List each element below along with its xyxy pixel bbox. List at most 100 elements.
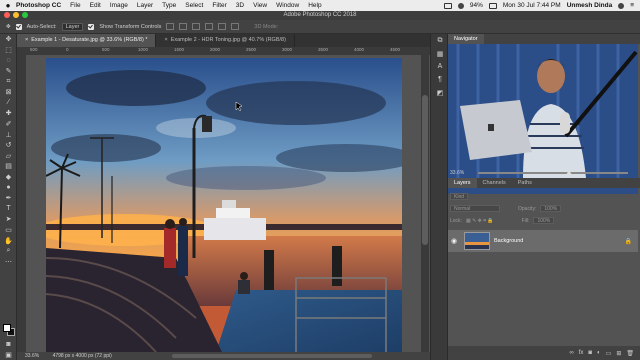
battery-icon[interactable] <box>488 2 497 9</box>
fill-field[interactable]: 100% <box>533 217 555 224</box>
history-panel-icon[interactable]: ⧉ <box>431 34 449 47</box>
character-panel-icon[interactable]: A <box>431 60 449 73</box>
show-transform-checkbox[interactable] <box>88 23 95 30</box>
minimize-window-button[interactable] <box>13 12 19 18</box>
add-mask-icon[interactable]: ◙ <box>588 350 592 356</box>
paragraph-panel-icon[interactable]: ¶ <box>431 73 449 86</box>
list-icon[interactable]: ≡ <box>630 2 634 9</box>
close-tab-icon[interactable]: × <box>164 37 167 43</box>
brush-tool-icon[interactable]: ✐ <box>0 119 17 130</box>
rectangle-tool-icon[interactable]: ▭ <box>0 225 17 236</box>
document-canvas[interactable] <box>26 55 430 352</box>
properties-panel-icon[interactable]: ▦ <box>431 47 449 60</box>
layer-row-background[interactable]: ◉ Background 🔒 <box>448 230 638 252</box>
quick-select-tool-icon[interactable]: ✎ <box>0 66 17 77</box>
clone-stamp-tool-icon[interactable]: ⊥ <box>0 129 17 140</box>
foreground-color-swatch[interactable] <box>3 324 11 332</box>
panel-dock-strip: ⧉ ▦ A ¶ ◩ <box>430 34 448 360</box>
menu-help[interactable]: Help <box>308 2 321 9</box>
quick-mask-icon[interactable]: ◙ <box>0 339 17 350</box>
path-select-tool-icon[interactable]: ➤ <box>0 214 17 225</box>
move-tool-icon[interactable]: ✥ <box>6 24 11 30</box>
history-brush-tool-icon[interactable]: ↺ <box>0 140 17 151</box>
dodge-tool-icon[interactable]: ● <box>0 182 17 193</box>
user-name[interactable]: Unmesh Dinda <box>567 2 613 9</box>
vertical-scrollbar[interactable] <box>421 55 429 352</box>
close-window-button[interactable] <box>4 12 10 18</box>
zoom-slider-knob[interactable] <box>566 170 572 175</box>
more-tools-icon[interactable]: ⋯ <box>0 256 17 267</box>
menu-type[interactable]: Type <box>162 2 176 9</box>
type-tool-icon[interactable]: T <box>0 204 17 215</box>
healing-brush-tool-icon[interactable]: ✚ <box>0 108 17 119</box>
marquee-tool-icon[interactable]: ⬚ <box>0 45 17 56</box>
tab-example-1[interactable]: × Example 1 - Desaturate.jpg @ 33.6% (RGB… <box>17 34 157 47</box>
app-menu[interactable]: Photoshop CC <box>16 2 61 9</box>
visibility-eye-icon[interactable]: ◉ <box>448 237 460 245</box>
blur-tool-icon[interactable]: ◆ <box>0 172 17 183</box>
hand-tool-icon[interactable]: ✋ <box>0 235 17 246</box>
align-center-button[interactable] <box>179 23 188 30</box>
lasso-tool-icon[interactable]: ◌ <box>0 55 17 66</box>
auto-select-checkbox[interactable] <box>15 23 22 30</box>
link-layers-icon[interactable]: ∞ <box>569 350 573 356</box>
blend-mode-dropdown[interactable]: Normal <box>450 205 500 212</box>
tab-channels[interactable]: Channels <box>477 178 512 188</box>
adjustments-panel-icon[interactable]: ◩ <box>431 86 449 99</box>
menu-edit[interactable]: Edit <box>90 2 101 9</box>
menu-3d[interactable]: 3D <box>236 2 244 9</box>
airplay-icon[interactable] <box>443 2 452 9</box>
menu-select[interactable]: Select <box>185 2 203 9</box>
opacity-field[interactable]: 100% <box>540 205 562 212</box>
align-middle-button[interactable] <box>218 23 227 30</box>
align-right-button[interactable] <box>192 23 201 30</box>
tab-example-2[interactable]: × Example 2 - HDR Toning.jpg @ 40.7% (RGB… <box>156 34 295 47</box>
eyedropper-tool-icon[interactable]: ⁄ <box>0 98 17 109</box>
layers-bottom-bar: ∞ fx ◙ ◐ ▭ ⊞ 🗑 <box>448 346 640 360</box>
align-bottom-button[interactable] <box>231 23 240 30</box>
screen-mode-icon[interactable]: ▣ <box>0 350 17 360</box>
clock[interactable]: Mon 30 Jul 7:44 PM <box>503 2 561 9</box>
menu-filter[interactable]: Filter <box>212 2 226 9</box>
align-top-button[interactable] <box>205 23 214 30</box>
adjustment-layer-icon[interactable]: ◐ <box>597 350 601 356</box>
close-tab-icon[interactable]: × <box>25 37 28 43</box>
search-icon[interactable] <box>618 2 625 9</box>
pen-tool-icon[interactable]: ✒ <box>0 193 17 204</box>
delete-layer-icon[interactable]: 🗑 <box>626 350 634 357</box>
sunset-pier-photo[interactable] <box>46 58 402 352</box>
frame-tool-icon[interactable]: ⊠ <box>0 87 17 98</box>
vertical-scroll-thumb[interactable] <box>422 95 428 245</box>
tab-layers[interactable]: Layers <box>448 178 477 188</box>
new-layer-icon[interactable]: ⊞ <box>616 350 621 357</box>
status-bar: 33.6% 4798 px x 4000 px (72 ppi) <box>17 352 430 360</box>
auto-select-dropdown[interactable]: Layer <box>61 22 84 31</box>
menu-window[interactable]: Window <box>276 2 299 9</box>
align-left-button[interactable] <box>166 23 175 30</box>
navigator-zoom-slider[interactable] <box>478 170 628 175</box>
eraser-tool-icon[interactable]: ▱ <box>0 151 17 162</box>
tab-paths[interactable]: Paths <box>512 178 538 188</box>
layer-kind-dropdown[interactable]: Kind <box>450 193 469 200</box>
tab-navigator[interactable]: Navigator <box>448 34 484 44</box>
navigator-zoom-value[interactable]: 33.6% <box>450 170 464 176</box>
ruler-mark: 1000 <box>138 47 149 52</box>
lock-pixels-icon[interactable]: ▦ ✎ ✥ ⌗ 🔒 <box>466 218 494 224</box>
new-group-icon[interactable]: ▭ <box>606 350 612 357</box>
apple-icon[interactable]: ● <box>0 1 16 10</box>
menu-layer[interactable]: Layer <box>137 2 153 9</box>
document-size[interactable]: 4798 px x 4000 px (72 ppi) <box>53 353 112 359</box>
horizontal-scroll-thumb[interactable] <box>172 354 372 358</box>
right-panel: Navigator 33.6% Layers Channels Paths Ki… <box>448 34 640 360</box>
move-tool-icon[interactable]: ✥ <box>0 34 17 45</box>
wifi-icon[interactable] <box>457 2 464 9</box>
zoom-window-button[interactable] <box>22 12 28 18</box>
crop-tool-icon[interactable]: ⌗ <box>0 76 17 87</box>
gradient-tool-icon[interactable]: ▤ <box>0 161 17 172</box>
zoom-tool-icon[interactable]: ⌕ <box>0 246 17 257</box>
layer-style-icon[interactable]: fx <box>579 350 584 356</box>
menu-image[interactable]: Image <box>110 2 128 9</box>
menu-file[interactable]: File <box>70 2 80 9</box>
menu-view[interactable]: View <box>253 2 267 9</box>
zoom-level[interactable]: 33.6% <box>25 353 39 359</box>
